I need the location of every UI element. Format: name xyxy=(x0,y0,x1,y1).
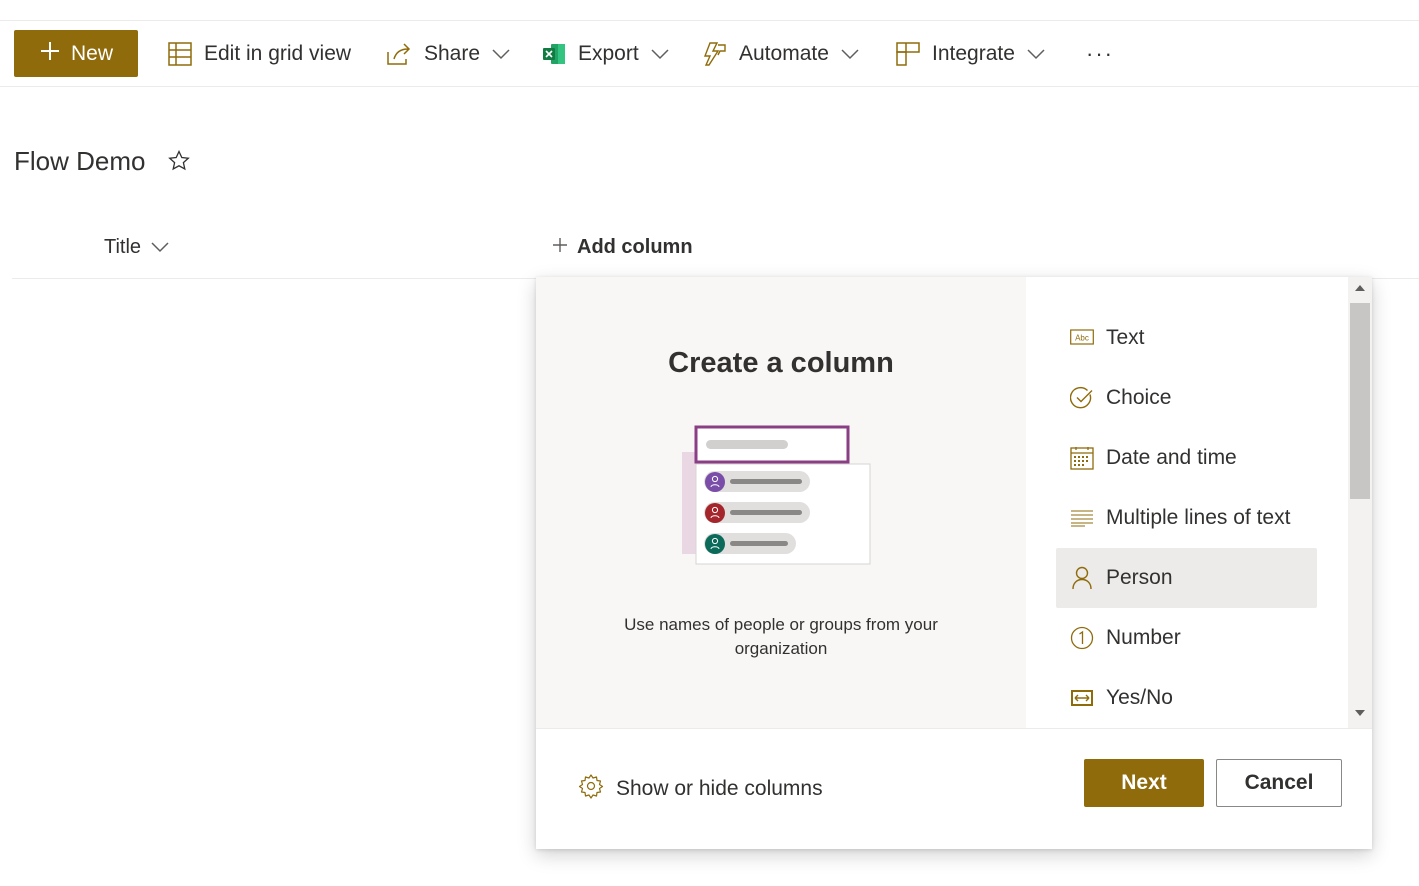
export-label: Export xyxy=(578,42,639,65)
type-item-date-time[interactable]: Date and time xyxy=(1056,428,1317,488)
show-hide-columns-link[interactable]: Show or hide columns xyxy=(578,773,823,805)
chevron-down-icon xyxy=(1027,48,1045,60)
integrate-label: Integrate xyxy=(932,42,1015,65)
excel-icon xyxy=(542,42,566,66)
new-button[interactable]: New xyxy=(14,30,138,77)
type-item-label: Number xyxy=(1106,626,1181,649)
multiline-text-icon xyxy=(1070,506,1094,530)
type-item-label: Text xyxy=(1106,326,1145,349)
gear-icon xyxy=(578,773,616,805)
cancel-button[interactable]: Cancel xyxy=(1216,759,1342,807)
more-icon: ··· xyxy=(1086,41,1114,66)
chevron-down-icon xyxy=(651,48,669,60)
show-hide-columns-label: Show or hide columns xyxy=(616,777,823,800)
star-icon[interactable] xyxy=(168,149,190,177)
type-item-multiline-text[interactable]: Multiple lines of text xyxy=(1056,488,1317,548)
column-header-title[interactable]: Title xyxy=(104,230,169,264)
more-options-button[interactable]: ··· xyxy=(1086,21,1114,87)
scroll-down-icon[interactable] xyxy=(1355,710,1365,716)
column-type-list: Abc Text Choice Date and time Multiple l… xyxy=(1026,277,1372,728)
automate-icon xyxy=(703,42,727,66)
scroll-up-icon[interactable] xyxy=(1355,285,1365,291)
chevron-down-icon xyxy=(841,48,859,60)
type-description: Use names of people or groups from your … xyxy=(624,615,938,658)
footer-divider xyxy=(536,728,1372,729)
new-button-label: New xyxy=(70,41,113,65)
svg-text:Abc: Abc xyxy=(1075,334,1089,343)
plus-icon xyxy=(39,40,61,68)
type-item-label: Date and time xyxy=(1106,446,1237,469)
type-item-yes-no[interactable]: Yes/No xyxy=(1056,668,1317,728)
plus-icon xyxy=(552,236,568,259)
edit-grid-view-button[interactable]: Edit in grid view xyxy=(168,21,351,87)
type-item-label: Yes/No xyxy=(1106,686,1173,709)
type-item-person[interactable]: Person xyxy=(1056,548,1317,608)
column-header-title-label: Title xyxy=(104,235,142,258)
add-column-label: Add column xyxy=(577,235,693,258)
grid-icon xyxy=(168,42,192,66)
number-icon xyxy=(1070,626,1094,650)
share-icon xyxy=(386,42,412,66)
choice-check-icon xyxy=(1070,386,1094,410)
share-label: Share xyxy=(424,42,481,65)
integrate-icon xyxy=(896,42,920,66)
type-list-scrollbar[interactable] xyxy=(1348,277,1372,728)
type-item-text[interactable]: Abc Text xyxy=(1056,308,1317,368)
type-item-label: Choice xyxy=(1106,386,1172,409)
automate-button[interactable]: Automate xyxy=(703,21,859,87)
calendar-icon xyxy=(1070,446,1094,470)
share-button[interactable]: Share xyxy=(386,21,510,87)
type-item-label: Multiple lines of text xyxy=(1106,506,1291,529)
scroll-thumb[interactable] xyxy=(1350,303,1370,499)
add-column-button[interactable]: Add column xyxy=(552,230,693,264)
page-title: Flow Demo xyxy=(14,146,146,176)
text-abc-icon: Abc xyxy=(1070,326,1094,350)
type-item-choice[interactable]: Choice xyxy=(1056,368,1317,428)
person-icon xyxy=(1070,566,1094,590)
command-bar: New Edit in grid view Share Export Autom… xyxy=(0,21,1419,87)
automate-label: Automate xyxy=(739,42,829,65)
type-item-label: Person xyxy=(1106,566,1173,589)
chevron-down-icon xyxy=(151,236,169,259)
chevron-down-icon xyxy=(492,48,510,60)
yes-no-icon xyxy=(1070,686,1094,710)
preview-pane: Create a column Use names of people or g… xyxy=(536,277,1026,728)
person-column-illustration xyxy=(678,422,878,577)
integrate-button[interactable]: Integrate xyxy=(896,21,1045,87)
create-column-panel: Create a column Use names of people or g… xyxy=(536,277,1372,849)
panel-heading: Create a column xyxy=(668,347,894,379)
next-button[interactable]: Next xyxy=(1084,759,1204,807)
type-item-number[interactable]: Number xyxy=(1056,608,1317,668)
edit-grid-view-label: Edit in grid view xyxy=(204,42,352,65)
export-button[interactable]: Export xyxy=(542,21,669,87)
